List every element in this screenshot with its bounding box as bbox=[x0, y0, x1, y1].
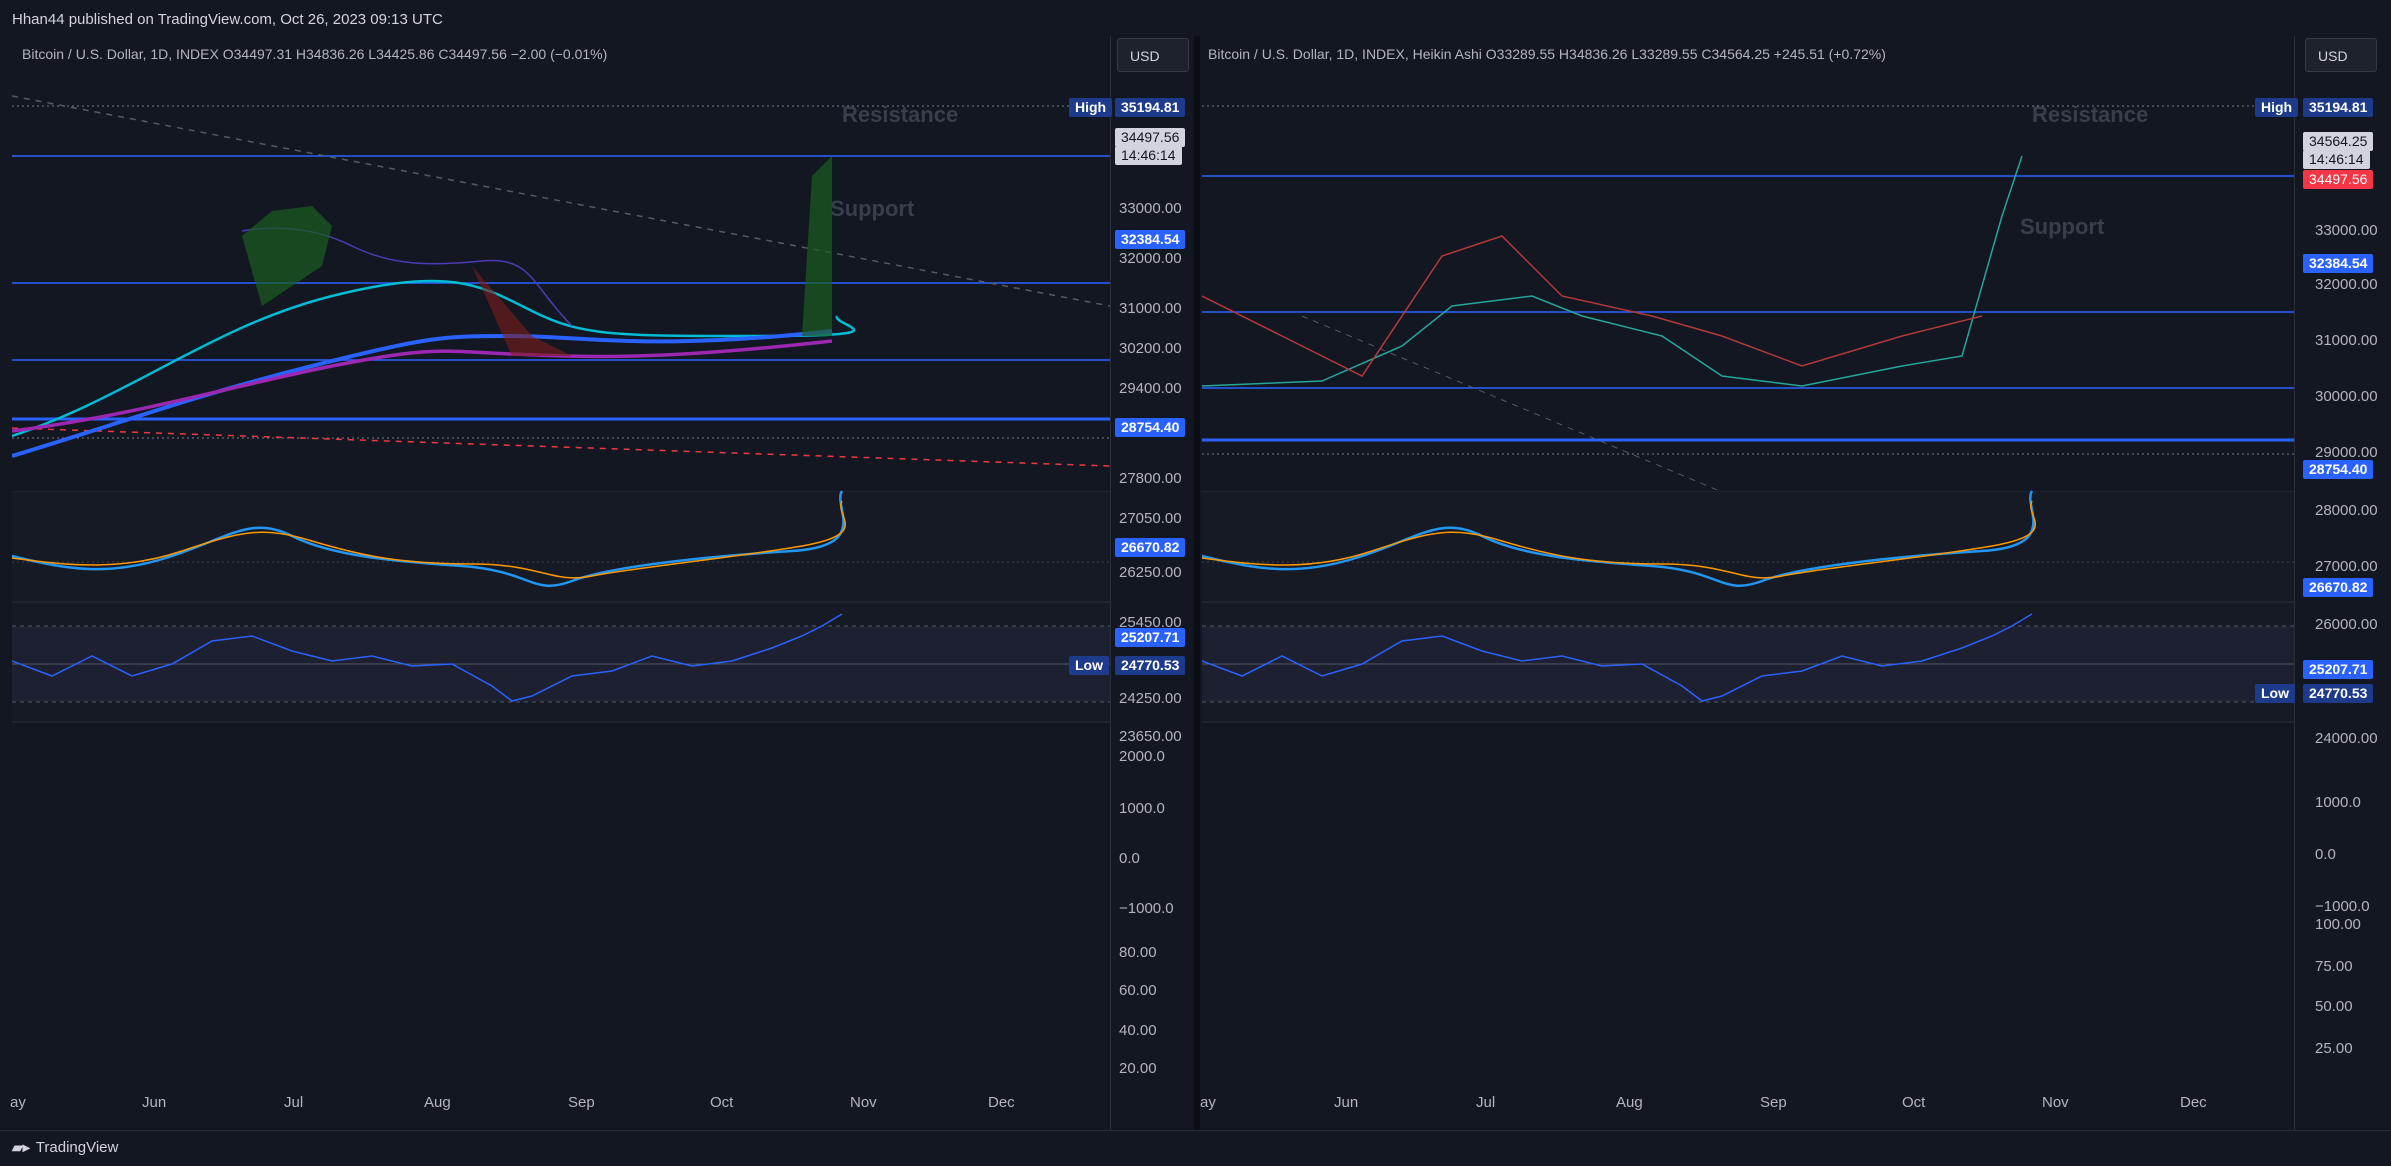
right-month: Jul bbox=[1476, 1094, 1496, 1111]
right-tick: 32000.00 bbox=[2315, 276, 2378, 293]
right-month: Aug bbox=[1616, 1094, 1643, 1111]
left-currency-button[interactable]: USD bbox=[1117, 38, 1189, 72]
left-low-value: 24770.53 bbox=[1115, 656, 1186, 675]
right-rsi-tick: 50.00 bbox=[2315, 998, 2353, 1015]
left-rsi-tick: 40.00 bbox=[1119, 1022, 1157, 1039]
right-tick: 24000.00 bbox=[2315, 730, 2378, 747]
right-currency-button[interactable]: USD bbox=[2305, 38, 2377, 72]
right-month: Sep bbox=[1760, 1094, 1787, 1111]
tradingview-brand[interactable]: ▰▸ TradingView bbox=[12, 1139, 118, 1156]
right-high-label: High bbox=[2255, 98, 2299, 117]
right-month: ay bbox=[1200, 1094, 1216, 1111]
footer-bar: ▰▸ TradingView bbox=[0, 1130, 2391, 1166]
right-tick: 28000.00 bbox=[2315, 502, 2378, 519]
right-month: Jun bbox=[1334, 1094, 1359, 1111]
right-tick: 30000.00 bbox=[2315, 388, 2378, 405]
left-macd-tick: 1000.0 bbox=[1119, 800, 1165, 817]
left-tick: 29400.00 bbox=[1119, 380, 1182, 397]
left-high-value: 35194.81 bbox=[1115, 98, 1186, 117]
left-support-label: Support bbox=[830, 196, 915, 221]
left-tick: 24250.00 bbox=[1119, 690, 1182, 707]
left-countdown: 14:46:14 bbox=[1115, 146, 1182, 165]
footer-brand-text: TradingView bbox=[35, 1139, 119, 1156]
right-level-2: 28754.40 bbox=[2303, 460, 2374, 479]
left-rsi-tick: 80.00 bbox=[1119, 944, 1157, 961]
left-tick: 33000.00 bbox=[1119, 200, 1182, 217]
right-macd-tick: −1000.0 bbox=[2315, 898, 2370, 915]
left-month: ay bbox=[10, 1094, 26, 1111]
right-rsi-tick: 25.00 bbox=[2315, 1040, 2353, 1057]
left-month: Nov bbox=[850, 1094, 877, 1111]
left-tick: 23650.00 bbox=[1119, 728, 1182, 745]
left-macd-tick: 0.0 bbox=[1119, 850, 1140, 867]
publisher-text: Hhan44 published on TradingView.com, Oct… bbox=[12, 11, 443, 28]
right-macd-tick: 0.0 bbox=[2315, 846, 2336, 863]
right-price-axis[interactable]: USD High 35194.81 34564.25 14:46:14 3449… bbox=[2255, 36, 2391, 1130]
left-tick: 27050.00 bbox=[1119, 510, 1182, 527]
left-rsi-tick: 60.00 bbox=[1119, 982, 1157, 999]
left-month: Dec bbox=[988, 1094, 1015, 1111]
left-level-3: 26670.82 bbox=[1115, 538, 1186, 557]
left-macd-tick: 2000.0 bbox=[1119, 748, 1165, 765]
right-rsi-tick: 75.00 bbox=[2315, 958, 2353, 975]
right-resistance-label: Resistance bbox=[2032, 102, 2148, 127]
left-level-2: 28754.40 bbox=[1115, 418, 1186, 437]
left-tick: 27800.00 bbox=[1119, 470, 1182, 487]
left-chart-pane[interactable]: Bitcoin / U.S. Dollar, 1D, INDEX O34497.… bbox=[0, 36, 1194, 1130]
right-prev-close: 34497.56 bbox=[2303, 170, 2374, 189]
left-low-label: Low bbox=[1069, 656, 1109, 675]
publisher-bar: Hhan44 published on TradingView.com, Oct… bbox=[0, 0, 2391, 37]
right-level-3: 26670.82 bbox=[2303, 578, 2374, 597]
right-tick: 27000.00 bbox=[2315, 558, 2378, 575]
right-countdown: 14:46:14 bbox=[2303, 150, 2370, 169]
right-tick: 29000.00 bbox=[2315, 444, 2378, 461]
left-tick: 30200.00 bbox=[1119, 340, 1182, 357]
right-tick: 33000.00 bbox=[2315, 222, 2378, 239]
right-tick: 26000.00 bbox=[2315, 616, 2378, 633]
right-month: Oct bbox=[1902, 1094, 1926, 1111]
left-month: Oct bbox=[710, 1094, 734, 1111]
right-low-label: Low bbox=[2255, 684, 2295, 703]
right-month: Dec bbox=[2180, 1094, 2207, 1111]
left-level-1: 32384.54 bbox=[1115, 230, 1186, 249]
left-month: Jun bbox=[142, 1094, 167, 1111]
left-last-price: 34497.56 bbox=[1115, 128, 1186, 147]
left-macd-tick: −1000.0 bbox=[1119, 900, 1174, 917]
left-level-4: 25207.71 bbox=[1115, 628, 1186, 647]
right-macd-tick: 1000.0 bbox=[2315, 794, 2361, 811]
left-price-axis[interactable]: USD High 35194.81 34497.56 14:46:14 3300… bbox=[1069, 36, 1195, 1130]
right-last-price: 34564.25 bbox=[2303, 132, 2374, 151]
left-resistance-label: Resistance bbox=[842, 102, 958, 127]
right-plot[interactable]: Resistance Support bbox=[1202, 36, 2294, 1130]
right-low-value: 24770.53 bbox=[2303, 684, 2374, 703]
left-month: Jul bbox=[284, 1094, 304, 1111]
left-tick: 26250.00 bbox=[1119, 564, 1182, 581]
left-rsi-tick: 20.00 bbox=[1119, 1060, 1157, 1077]
left-tick: 31000.00 bbox=[1119, 300, 1182, 317]
right-level-1: 32384.54 bbox=[2303, 254, 2374, 273]
right-support-label: Support bbox=[2020, 214, 2105, 239]
left-tick: 32000.00 bbox=[1119, 250, 1182, 267]
left-plot[interactable]: Resistance Support bbox=[12, 36, 1110, 1130]
left-high-label: High bbox=[1069, 98, 1113, 117]
left-month: Sep bbox=[568, 1094, 595, 1111]
right-chart-pane[interactable]: Bitcoin / U.S. Dollar, 1D, INDEX, Heikin… bbox=[1200, 36, 2391, 1130]
right-tick: 31000.00 bbox=[2315, 332, 2378, 349]
tradingview-logo-icon: ▰▸ bbox=[12, 1139, 30, 1155]
right-level-4: 25207.71 bbox=[2303, 660, 2374, 679]
right-rsi-tick: 100.00 bbox=[2315, 916, 2361, 933]
left-month: Aug bbox=[424, 1094, 451, 1111]
right-month: Nov bbox=[2042, 1094, 2069, 1111]
right-high-value: 35194.81 bbox=[2303, 98, 2374, 117]
